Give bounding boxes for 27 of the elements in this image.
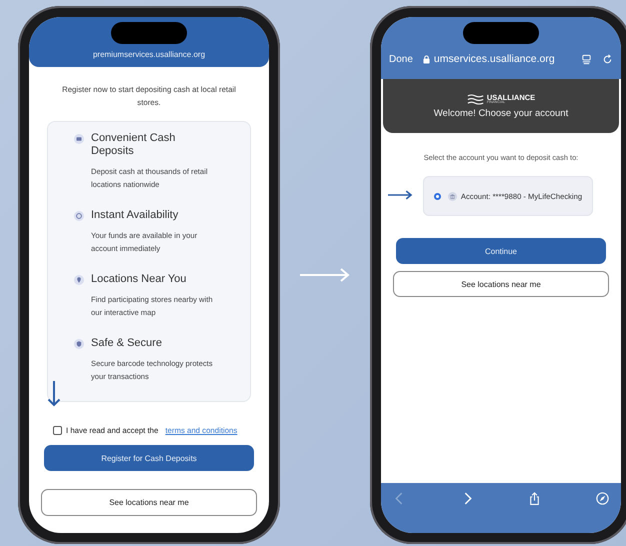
- waves-logo-icon: [466, 94, 485, 104]
- right-arrow-icon: [300, 268, 350, 282]
- compass-icon[interactable]: [596, 492, 609, 505]
- radio-button[interactable]: [434, 192, 441, 200]
- feature-title: Locations Near You: [91, 273, 188, 286]
- feature-title: Convenient Cash Deposits: [91, 132, 176, 158]
- share-icon[interactable]: [528, 492, 542, 505]
- done-button[interactable]: Done: [389, 54, 413, 64]
- lock-icon: [422, 54, 430, 64]
- register-button[interactable]: Register for Cash Deposits: [44, 445, 254, 471]
- bank-icon: [448, 192, 457, 200]
- shield-icon: [74, 339, 84, 349]
- address-bar[interactable]: umservices.usalliance.org: [434, 53, 571, 65]
- feature-title: Instant Availability: [91, 209, 180, 222]
- down-arrow-icon: [47, 381, 61, 407]
- feature-title: Safe & Secure: [91, 337, 163, 350]
- reload-icon[interactable]: [602, 54, 613, 64]
- welcome-title: Welcome! Choose your account: [434, 108, 568, 118]
- checkbox[interactable]: [53, 426, 62, 435]
- cash-icon: [74, 134, 84, 144]
- clock-icon: [74, 211, 84, 221]
- pin-icon: [74, 275, 84, 285]
- continue-button[interactable]: Continue: [396, 238, 606, 264]
- reader-icon[interactable]: [581, 54, 592, 64]
- locations-button[interactable]: See locations near me: [41, 489, 257, 516]
- locations-button[interactable]: See locations near me: [393, 271, 609, 297]
- right-arrow-icon: [388, 190, 413, 200]
